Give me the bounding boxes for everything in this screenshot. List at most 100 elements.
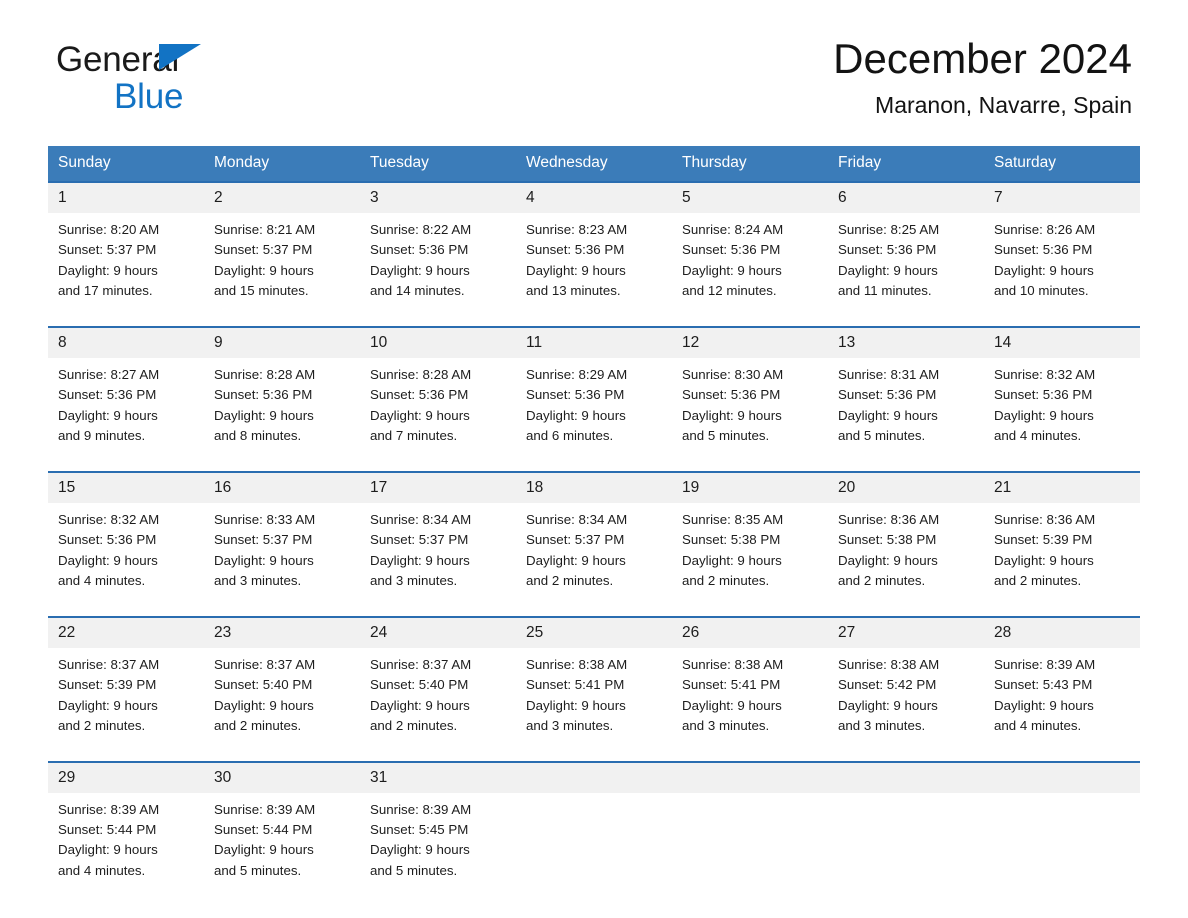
week-spacer <box>48 450 1140 472</box>
day-number-cell[interactable]: 31 <box>360 760 516 793</box>
day-detail-cell: Sunrise: 8:23 AM Sunset: 5:36 PM Daylight:… <box>516 213 672 306</box>
day-number-cell[interactable]: 2 <box>204 181 360 213</box>
day-number-cell[interactable]: 19 <box>672 470 828 503</box>
week-spacer-cell <box>828 305 984 327</box>
day-number-cell[interactable]: 14 <box>984 325 1140 358</box>
sunrise-text: Sunrise: 8:22 AM <box>370 222 472 237</box>
week-spacer-cell <box>828 450 984 472</box>
weekday-header-tuesday: Tuesday <box>360 146 516 182</box>
sunset-text: Sunset: 5:36 PM <box>682 387 781 403</box>
week-spacer-cell <box>204 450 360 472</box>
day-number-cell-empty <box>984 760 1140 793</box>
daylight-text-line1: Daylight: 9 hours <box>838 552 938 568</box>
page-title: December 2024 <box>833 35 1132 82</box>
daylight-text-line1: Daylight: 9 hours <box>838 697 938 713</box>
day-number-cell[interactable]: 20 <box>828 470 984 503</box>
day-detail-cell: Sunrise: 8:32 AM Sunset: 5:36 PM Daylight:… <box>984 357 1140 451</box>
day-number-cell[interactable]: 9 <box>204 325 360 358</box>
day-number-cell[interactable]: 26 <box>672 615 828 648</box>
sunset-text: Sunset: 5:41 PM <box>682 677 781 693</box>
daylight-text-line1: Daylight: 9 hours <box>214 407 314 423</box>
sunrise-text: Sunrise: 8:26 AM <box>994 222 1096 237</box>
sunrise-text: Sunrise: 8:38 AM <box>838 656 940 672</box>
daylight-text-line2: and 5 minutes. <box>682 428 770 444</box>
title-block: December 2024 Maranon, Navarre, Spain <box>833 36 1132 119</box>
sunrise-text: Sunrise: 8:37 AM <box>370 656 472 672</box>
daylight-text-line1: Daylight: 9 hours <box>994 552 1094 568</box>
week-daynumber-row: 8 9 10 11 12 13 14 <box>48 325 1140 358</box>
sunrise-text: Sunrise: 8:27 AM <box>58 366 160 382</box>
daylight-text-line2: and 2 minutes. <box>994 573 1082 589</box>
day-detail-cell-empty <box>516 792 672 886</box>
day-number-cell[interactable]: 13 <box>828 325 984 358</box>
sunset-text: Sunset: 5:36 PM <box>214 387 313 403</box>
week-spacer-cell <box>360 305 516 327</box>
daylight-text-line1: Daylight: 9 hours <box>370 842 470 858</box>
day-number-cell[interactable]: 18 <box>516 470 672 503</box>
day-number-cell[interactable]: 4 <box>516 181 672 213</box>
day-number-cell[interactable]: 21 <box>984 470 1140 503</box>
week-spacer-cell <box>672 450 828 472</box>
day-detail-cell: Sunrise: 8:28 AM Sunset: 5:36 PM Daylight:… <box>360 357 516 451</box>
week-spacer-cell <box>360 740 516 762</box>
daylight-text-line2: and 4 minutes. <box>994 428 1082 444</box>
day-number-cell[interactable]: 28 <box>984 615 1140 648</box>
day-detail-cell: Sunrise: 8:26 AM Sunset: 5:36 PM Daylight:… <box>984 213 1140 306</box>
day-number-cell[interactable]: 1 <box>48 181 204 213</box>
brand-logo[interactable]: General Blue <box>56 42 316 114</box>
sunrise-text: Sunrise: 8:34 AM <box>370 511 472 527</box>
sunset-text: Sunset: 5:36 PM <box>526 387 625 403</box>
week-spacer-cell <box>516 450 672 472</box>
daylight-text-line1: Daylight: 9 hours <box>526 552 626 568</box>
day-number-cell[interactable]: 17 <box>360 470 516 503</box>
day-number-cell[interactable]: 22 <box>48 615 204 648</box>
day-number-cell[interactable]: 10 <box>360 325 516 358</box>
sunset-text: Sunset: 5:36 PM <box>370 242 469 258</box>
daylight-text-line2: and 10 minutes. <box>994 283 1089 299</box>
week-spacer-cell <box>672 305 828 327</box>
week-spacer-cell <box>672 595 828 617</box>
daylight-text-line1: Daylight: 9 hours <box>370 407 470 423</box>
day-number-cell[interactable]: 8 <box>48 325 204 358</box>
daylight-text-line1: Daylight: 9 hours <box>994 697 1094 713</box>
calendar-body: 1 2 3 4 5 6 7 Sunrise: 8:20 AM Sunset: 5:37 PM Da… <box>48 181 1140 886</box>
daylight-text-line1: Daylight: 9 hours <box>214 262 314 278</box>
sunset-text: Sunset: 5:45 PM <box>370 821 469 837</box>
sunrise-text: Sunrise: 8:21 AM <box>214 222 316 237</box>
sunrise-text: Sunrise: 8:38 AM <box>682 656 784 672</box>
day-detail-cell: Sunrise: 8:39 AM Sunset: 5:45 PM Daylight:… <box>360 792 516 886</box>
day-detail-cell: Sunrise: 8:39 AM Sunset: 5:44 PM Daylight:… <box>204 792 360 886</box>
day-number-cell[interactable]: 25 <box>516 615 672 648</box>
sunset-text: Sunset: 5:38 PM <box>682 532 781 548</box>
day-detail-cell: Sunrise: 8:36 AM Sunset: 5:39 PM Daylight:… <box>984 502 1140 596</box>
week-spacer-cell <box>48 305 204 327</box>
daylight-text-line1: Daylight: 9 hours <box>58 697 158 713</box>
daylight-text-line2: and 3 minutes. <box>370 573 458 589</box>
day-detail-cell: Sunrise: 8:34 AM Sunset: 5:37 PM Daylight:… <box>360 502 516 596</box>
day-number-cell[interactable]: 12 <box>672 325 828 358</box>
day-number-cell[interactable]: 15 <box>48 470 204 503</box>
sunrise-text: Sunrise: 8:36 AM <box>994 511 1096 527</box>
day-number-cell[interactable]: 3 <box>360 181 516 213</box>
day-number-cell[interactable]: 24 <box>360 615 516 648</box>
day-detail-cell: Sunrise: 8:33 AM Sunset: 5:37 PM Daylight:… <box>204 502 360 596</box>
day-number-cell[interactable]: 16 <box>204 470 360 503</box>
day-number-cell[interactable]: 7 <box>984 181 1140 213</box>
week-detail-row: Sunrise: 8:32 AM Sunset: 5:36 PM Daylight:… <box>48 502 1140 596</box>
weekday-header-monday: Monday <box>204 146 360 182</box>
daylight-text-line2: and 2 minutes. <box>838 573 926 589</box>
daylight-text-line2: and 8 minutes. <box>214 428 302 444</box>
day-number-cell[interactable]: 6 <box>828 181 984 213</box>
day-number-cell[interactable]: 11 <box>516 325 672 358</box>
day-number-cell[interactable]: 30 <box>204 760 360 793</box>
daylight-text-line2: and 14 minutes. <box>370 283 465 299</box>
sunrise-text: Sunrise: 8:35 AM <box>682 511 784 527</box>
day-number-cell[interactable]: 23 <box>204 615 360 648</box>
week-daynumber-row: 15 16 17 18 19 20 21 <box>48 470 1140 503</box>
day-detail-cell: Sunrise: 8:29 AM Sunset: 5:36 PM Daylight:… <box>516 357 672 451</box>
day-number-cell[interactable]: 27 <box>828 615 984 648</box>
day-detail-cell-empty <box>828 792 984 886</box>
day-detail-cell: Sunrise: 8:39 AM Sunset: 5:43 PM Daylight:… <box>984 647 1140 741</box>
day-number-cell[interactable]: 29 <box>48 760 204 793</box>
day-number-cell[interactable]: 5 <box>672 181 828 213</box>
